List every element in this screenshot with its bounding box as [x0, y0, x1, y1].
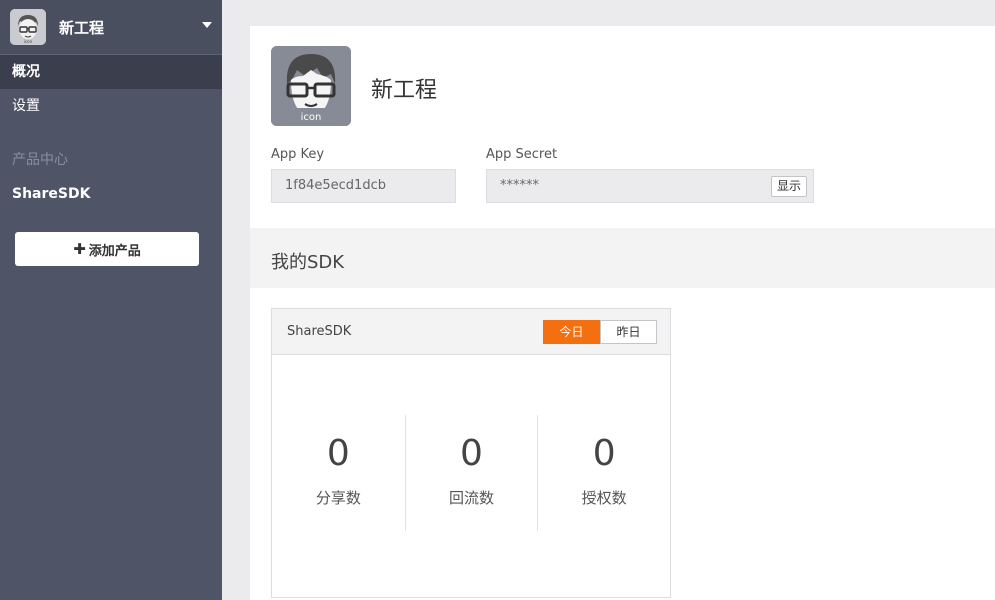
app-avatar-text: icon [301, 112, 322, 123]
app-secret-field[interactable]: ****** 显示 [486, 169, 814, 203]
card-header: ShareSDK 今日 昨日 [272, 309, 670, 355]
project-switcher[interactable]: icon 新工程 [0, 0, 222, 55]
sidebar-item-sharesdk[interactable]: ShareSDK [0, 177, 222, 211]
stat-auths: 0 授权数 [537, 415, 670, 531]
main-panel: icon 新工程 App Key 1f84e5ecd1dcb App Secre… [250, 26, 995, 600]
plus-icon: ✚ [73, 240, 86, 258]
add-product-label: 添加产品 [88, 243, 141, 259]
app-avatar-icon: icon [271, 46, 351, 126]
project-logo-text: icon [24, 39, 33, 44]
app-key-label: App Key [271, 147, 325, 162]
app-secret-value: ****** [500, 178, 539, 193]
date-toggle: 今日 昨日 [543, 320, 657, 344]
sdk-section-header: 我的SDK [250, 228, 995, 288]
stat-shares-label: 分享数 [315, 489, 361, 507]
sidebar-item-settings[interactable]: 设置 [0, 89, 222, 123]
project-logo-icon: icon [10, 9, 46, 45]
stat-auths-value: 0 [592, 433, 616, 474]
toggle-yesterday[interactable]: 昨日 [600, 320, 657, 344]
app-secret-label: App Secret [486, 147, 558, 162]
add-product-button[interactable]: ✚ 添加产品 [15, 232, 199, 266]
app-title: 新工程 [371, 78, 438, 103]
show-secret-button[interactable]: 显示 [771, 176, 807, 197]
stats-row: 0 分享数 0 回流数 0 授权数 [272, 415, 670, 531]
sdk-section-title: 我的SDK [271, 252, 345, 273]
sharesdk-card: ShareSDK 今日 昨日 0 分享数 0 回流数 0 授权数 [271, 308, 671, 598]
sidebar-section-products: 产品中心 [12, 152, 68, 168]
chevron-down-icon[interactable] [202, 22, 212, 28]
sidebar-item-overview[interactable]: 概况 [0, 55, 222, 89]
stat-shares: 0 分享数 [272, 415, 405, 531]
card-title: ShareSDK [287, 324, 352, 339]
sidebar: icon 新工程 概况 设置 产品中心 ShareSDK ✚ 添加产品 [0, 0, 222, 600]
stat-auths-label: 授权数 [581, 489, 627, 507]
project-name: 新工程 [59, 18, 105, 37]
stat-returns: 0 回流数 [404, 415, 538, 531]
app-key-field[interactable]: 1f84e5ecd1dcb [271, 169, 456, 203]
toggle-today[interactable]: 今日 [543, 320, 600, 344]
stat-returns-value: 0 [460, 433, 483, 474]
stat-returns-label: 回流数 [449, 489, 495, 507]
stat-shares-value: 0 [326, 433, 350, 474]
